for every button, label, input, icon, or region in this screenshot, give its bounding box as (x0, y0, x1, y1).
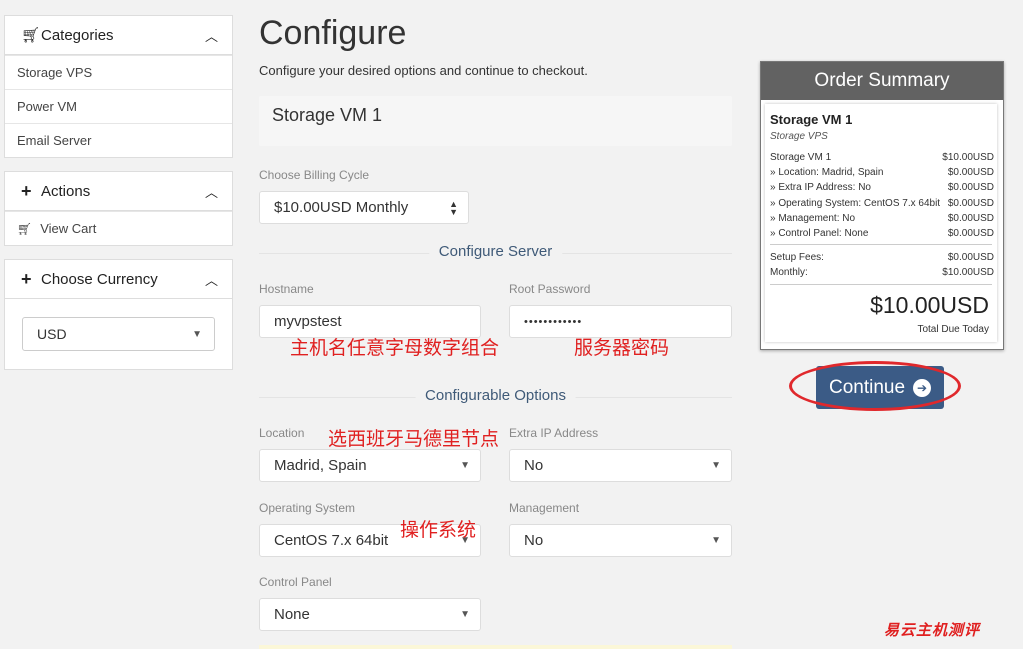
summary-line-amount: $10.00USD (942, 152, 994, 163)
summary-divider (770, 284, 992, 285)
actions-title: Actions (41, 182, 91, 200)
summary-total: $10.00USD (870, 292, 989, 318)
actions-panel: + Actions ︿ 🛒︎ View Cart (4, 171, 233, 246)
control-panel-select[interactable]: None ▼ (259, 598, 481, 631)
hostname-label: Hostname (259, 282, 314, 296)
chevron-up-icon[interactable]: ︿ (205, 182, 218, 201)
summary-line: » Location: Madrid, Spain $0.00USD (770, 165, 994, 180)
plus-icon: + (21, 180, 32, 201)
summary-line-desc: » Location: Madrid, Spain (770, 167, 884, 179)
cart-icon: 🛒︎ (21, 27, 41, 44)
chevron-down-icon: ▼ (711, 460, 721, 471)
sidebar-item-power-vm[interactable]: Power VM (5, 89, 232, 123)
configurable-options-section: Configurable Options (259, 387, 732, 407)
summary-line-desc: » Extra IP Address: No (770, 182, 871, 194)
sidebar-item-email-server[interactable]: Email Server (5, 123, 232, 157)
summary-divider (770, 244, 992, 245)
summary-product-name: Storage VM 1 (770, 112, 853, 127)
summary-total-label: Total Due Today (917, 324, 989, 335)
chevron-down-icon: ▼ (192, 328, 202, 340)
chevron-up-icon[interactable]: ︿ (205, 26, 218, 45)
view-cart-label: View Cart (40, 221, 97, 236)
summary-fees: Setup Fees: $0.00USD Monthly: $10.00USD (770, 250, 994, 280)
root-password-value: •••••••••••• (524, 315, 583, 328)
product-name: Storage VM 1 (272, 105, 383, 125)
sidebar-item-view-cart[interactable]: 🛒︎ View Cart (5, 211, 232, 245)
management-label: Management (509, 501, 580, 515)
currency-value: USD (37, 326, 67, 342)
order-summary-card: Storage VM 1 Storage VPS Storage VM 1 $10… (765, 104, 997, 342)
chevron-up-icon[interactable]: ︿ (205, 270, 218, 289)
billing-cycle-select[interactable]: $10.00USD Monthly ▲ ▼ (259, 191, 469, 224)
annotation-hostname: 主机名任意字母数字组合 (290, 338, 500, 359)
billing-cycle-value: $10.00USD Monthly (274, 199, 409, 216)
summary-line: » Control Panel: None $0.00USD (770, 226, 994, 241)
management-value: No (524, 532, 544, 549)
summary-line-amount: $0.00USD (947, 197, 994, 209)
summary-line-amount: $0.00USD (947, 167, 994, 179)
chevron-down-icon: ▼ (460, 609, 470, 620)
product-name-box: Storage VM 1 (259, 96, 732, 146)
categories-header[interactable]: 🛒︎ Categories ︿ (5, 16, 232, 55)
order-summary-title: Order Summary (761, 62, 1003, 100)
categories-title: Categories (41, 26, 114, 44)
summary-line: » Management: No $0.00USD (770, 211, 994, 226)
summary-line-desc: » Control Panel: None (770, 227, 869, 239)
summary-fee-line: Monthly: $10.00USD (770, 265, 994, 280)
summary-product-group: Storage VPS (770, 131, 828, 142)
chevron-down-icon: ▼ (711, 535, 721, 546)
setup-fees-amount: $0.00USD (947, 252, 994, 263)
extra-ip-value: No (524, 457, 544, 474)
summary-line-desc: Storage VM 1 (770, 152, 832, 163)
annotation-os: 操作系统 (400, 520, 477, 541)
summary-line-amount: $0.00USD (947, 227, 994, 239)
setup-fees-label: Setup Fees: (770, 252, 824, 263)
monthly-amount: $10.00USD (942, 267, 994, 279)
summary-line: Storage VM 1 $10.00USD (770, 150, 994, 165)
configure-server-section: Configure Server (259, 243, 732, 263)
summary-line-amount: $0.00USD (947, 182, 994, 194)
select-arrows-icon: ▲ ▼ (449, 198, 458, 217)
actions-header[interactable]: + Actions ︿ (5, 172, 232, 211)
summary-line: » Operating System: CentOS 7.x 64bit $0.0… (770, 196, 994, 211)
monthly-label: Monthly: (770, 267, 808, 279)
control-panel-value: None (274, 606, 310, 623)
location-value: Madrid, Spain (274, 457, 367, 474)
management-select[interactable]: No ▼ (509, 524, 732, 557)
control-panel-label: Control Panel (259, 575, 332, 589)
chevron-down-icon: ▼ (460, 460, 470, 471)
extra-ip-label: Extra IP Address (509, 426, 599, 440)
highlight-ellipse (789, 361, 961, 411)
summary-line-amount: $0.00USD (947, 212, 994, 224)
watermark: 易云主机测评 (884, 622, 981, 639)
location-label: Location (259, 426, 305, 440)
root-password-label: Root Password (509, 282, 591, 296)
billing-cycle-label: Choose Billing Cycle (259, 168, 370, 182)
order-summary: Order Summary Storage VM 1 Storage VPS S… (760, 61, 1004, 350)
annotation-password: 服务器密码 (574, 338, 670, 359)
currency-select[interactable]: USD ▼ (22, 317, 215, 351)
categories-panel: 🛒︎ Categories ︿ Storage VPS Power VM Ema… (4, 15, 233, 158)
hostname-value: myvpstest (274, 313, 342, 330)
summary-line-items: Storage VM 1 $10.00USD » Location: Madrid… (770, 150, 994, 241)
cart-icon: 🛒︎ (17, 221, 33, 236)
extra-ip-select[interactable]: No ▼ (509, 449, 732, 482)
currency-title: Choose Currency (41, 270, 158, 288)
summary-line-desc: » Operating System: CentOS 7.x 64bit (770, 197, 941, 209)
configurable-options-heading: Configurable Options (415, 387, 576, 404)
plus-icon: + (21, 268, 32, 289)
summary-line: » Extra IP Address: No $0.00USD (770, 180, 994, 195)
location-select[interactable]: Madrid, Spain ▼ (259, 449, 481, 482)
configure-server-heading: Configure Server (428, 243, 563, 260)
bottom-strip (259, 645, 732, 649)
summary-line-desc: » Management: No (770, 212, 856, 224)
annotation-location: 选西班牙马德里节点 (328, 429, 500, 450)
os-label: Operating System (259, 501, 356, 515)
page-title: Configure (259, 14, 407, 52)
sidebar-item-storage-vps[interactable]: Storage VPS (5, 55, 232, 89)
currency-header[interactable]: + Choose Currency ︿ (5, 260, 232, 299)
page-subtitle: Configure your desired options and conti… (259, 63, 588, 78)
summary-fee-line: Setup Fees: $0.00USD (770, 250, 994, 265)
currency-panel: + Choose Currency ︿ USD ▼ (4, 259, 233, 370)
